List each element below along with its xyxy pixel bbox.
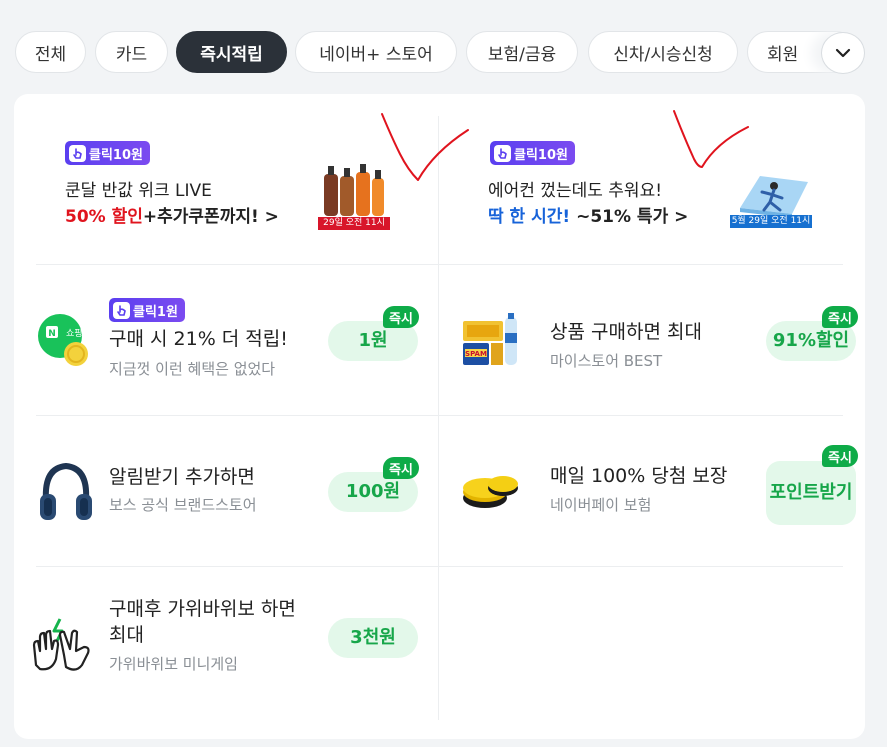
offer-title: 구매 시 21% 더 적립! [109, 328, 288, 350]
tab-new-car-test-drive[interactable]: 신차/시승신청 [588, 31, 738, 73]
naver-shopping-coin-icon: N 쇼핑 [36, 312, 92, 368]
reward-button[interactable]: 포인트받기 [766, 461, 856, 525]
instant-badge: 즉시 [383, 457, 419, 479]
live-time-caption: 29일 오전 11시 [323, 218, 385, 228]
offer-title: 상품 구매하면 최대 [550, 321, 702, 343]
click-reward-badge: 클릭1원 [109, 298, 185, 322]
svg-text:쇼핑: 쇼핑 [66, 328, 83, 339]
instant-badge: 즉시 [822, 306, 858, 328]
click-reward-badge: 클릭10원 [65, 141, 150, 165]
offer-mystore-best[interactable]: SPAM 상품 구매하면 최대 마이스토어 BEST 91%할인 즉시 [439, 265, 858, 415]
promo-headline: 에어컨 껐는데도 추워요! [488, 181, 663, 201]
offer-title: 구매후 가위바위보 하면 최대 [109, 598, 296, 646]
tab-card[interactable]: 카드 [95, 31, 168, 73]
reward-button[interactable]: 3천원 [328, 618, 418, 658]
chevron-down-icon [835, 48, 851, 58]
promo-subline: 딱 한 시간! ~51% 특가 > [488, 207, 689, 227]
instant-badge: 즉시 [383, 306, 419, 328]
click-hand-icon [69, 144, 86, 162]
svg-text:N: N [48, 329, 56, 339]
promo-banner-aircon[interactable]: 클릭10원 에어컨 껐는데도 추워요! 딱 한 시간! ~51% 특가 > 5월… [439, 116, 843, 264]
promo-subline: 50% 할인+추가쿠폰까지! > [65, 207, 279, 227]
tab-instant-reward[interactable]: 즉시적립 [176, 31, 287, 73]
headphones-icon [38, 460, 94, 526]
offer-subtitle: 보스 공식 브랜드스토어 [109, 496, 257, 514]
more-tabs-button[interactable] [821, 32, 865, 74]
click-reward-badge: 클릭10원 [490, 141, 575, 165]
check-mark-annotation [381, 113, 469, 181]
offer-subtitle: 마이스토어 BEST [550, 352, 663, 370]
svg-text:SPAM: SPAM [465, 350, 487, 358]
spam-gift-set-icon: SPAM [461, 313, 519, 369]
offer-bose-alert[interactable]: 알림받기 추가하면 보스 공식 브랜드스토어 100원 즉시 [36, 416, 438, 566]
category-tabs: 전체 카드 즉시적립 네이버+ 스토어 보험/금융 신차/시승신청 회원 [0, 31, 887, 75]
offer-subtitle: 네이버페이 보험 [550, 496, 652, 514]
offer-title: 알림받기 추가하면 [109, 466, 255, 488]
click-hand-icon [113, 301, 130, 319]
tab-naver-plus-store[interactable]: 네이버+ 스토어 [295, 31, 457, 73]
sale-time-caption: 5월 29일 오전 11시 [731, 216, 811, 226]
tab-all[interactable]: 전체 [15, 31, 86, 73]
click-hand-icon [494, 144, 511, 162]
offer-naver-shopping[interactable]: N 쇼핑 클릭1원 구매 시 21% 더 적립! 지금껏 이런 혜택은 없었다 … [36, 265, 438, 415]
instant-badge: 즉시 [822, 445, 858, 467]
offer-subtitle: 지금껏 이런 혜택은 없었다 [109, 360, 276, 378]
offer-title: 매일 100% 당첨 보장 [550, 465, 728, 487]
offer-rock-paper-scissors[interactable]: 구매후 가위바위보 하면 최대 가위바위보 미니게임 3천원 [32, 567, 438, 717]
offers-panel: 클릭10원 쿤달 반값 위크 LIVE 50% 할인+추가쿠폰까지! > 29일… [14, 94, 865, 739]
check-mark-annotation [673, 110, 749, 168]
cooling-mat-thumbnail: 5월 29일 오전 11시 [730, 168, 812, 228]
gold-coins-icon [461, 468, 521, 512]
offer-naverpay-insurance[interactable]: 매일 100% 당첨 보장 네이버페이 보험 포인트받기 즉시 [439, 416, 858, 566]
promo-headline: 쿤달 반값 위크 LIVE [65, 181, 212, 201]
offer-subtitle: 가위바위보 미니게임 [109, 655, 238, 673]
tab-insurance-finance[interactable]: 보험/금융 [466, 31, 578, 73]
rock-paper-scissors-icon [30, 615, 96, 673]
